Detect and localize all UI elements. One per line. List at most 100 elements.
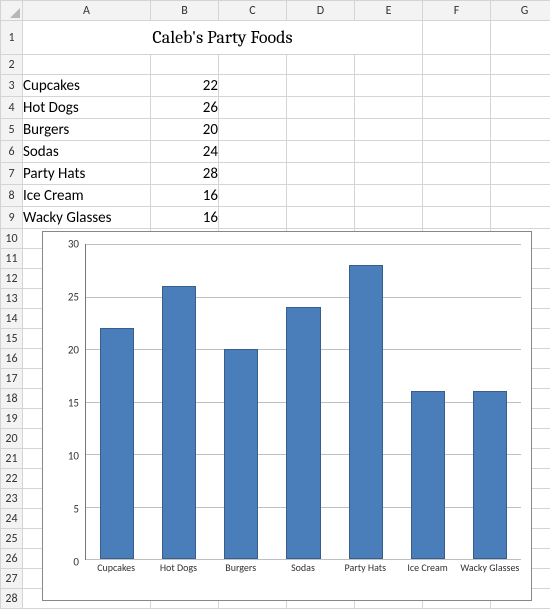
cell-D7[interactable] — [287, 163, 355, 185]
col-header-A[interactable]: A — [23, 1, 151, 21]
chart-bar[interactable] — [349, 265, 383, 559]
row-header-25[interactable]: 25 — [1, 529, 23, 549]
cell-G7[interactable] — [491, 163, 550, 185]
col-header-E[interactable]: E — [355, 1, 423, 21]
row-header-8[interactable]: 8 — [1, 185, 23, 207]
cell-C9[interactable] — [219, 207, 287, 229]
cell-C5[interactable] — [219, 119, 287, 141]
cell-E4[interactable] — [355, 97, 423, 119]
row-header-9[interactable]: 9 — [1, 207, 23, 229]
cell-E2[interactable] — [355, 55, 423, 75]
cell-D8[interactable] — [287, 185, 355, 207]
cell-G1[interactable] — [491, 21, 550, 55]
cell-G9[interactable] — [491, 207, 550, 229]
row-header-21[interactable]: 21 — [1, 449, 23, 469]
chart-bar[interactable] — [162, 286, 196, 559]
cell-E8[interactable] — [355, 185, 423, 207]
row-header-7[interactable]: 7 — [1, 163, 23, 185]
row-header-6[interactable]: 6 — [1, 141, 23, 163]
row-header-10[interactable]: 10 — [1, 229, 23, 249]
cell-G2[interactable] — [491, 55, 550, 75]
cell-A8[interactable]: Ice Cream — [23, 185, 151, 207]
cell-F9[interactable] — [423, 207, 491, 229]
row-header-27[interactable]: 27 — [1, 569, 23, 589]
cell-B3[interactable]: 22 — [151, 75, 219, 97]
cell-A4[interactable]: Hot Dogs — [23, 97, 151, 119]
title-cell[interactable]: Caleb's Party Foods — [23, 21, 423, 55]
cell-D5[interactable] — [287, 119, 355, 141]
cell-C3[interactable] — [219, 75, 287, 97]
cell-C7[interactable] — [219, 163, 287, 185]
row-header-5[interactable]: 5 — [1, 119, 23, 141]
row-header-23[interactable]: 23 — [1, 489, 23, 509]
chart-bar[interactable] — [224, 349, 258, 559]
cell-D3[interactable] — [287, 75, 355, 97]
row-header-16[interactable]: 16 — [1, 349, 23, 369]
cell-D4[interactable] — [287, 97, 355, 119]
col-header-D[interactable]: D — [287, 1, 355, 21]
cell-E9[interactable] — [355, 207, 423, 229]
cell-G5[interactable] — [491, 119, 550, 141]
cell-B7[interactable]: 28 — [151, 163, 219, 185]
cell-F5[interactable] — [423, 119, 491, 141]
row-header-13[interactable]: 13 — [1, 289, 23, 309]
chart-bar[interactable] — [100, 328, 134, 559]
cell-B5[interactable]: 20 — [151, 119, 219, 141]
cell-A9[interactable]: Wacky Glasses — [23, 207, 151, 229]
row-header-14[interactable]: 14 — [1, 309, 23, 329]
cell-A2[interactable] — [23, 55, 151, 75]
cell-D6[interactable] — [287, 141, 355, 163]
cell-F7[interactable] — [423, 163, 491, 185]
cell-G4[interactable] — [491, 97, 550, 119]
row-header-2[interactable]: 2 — [1, 55, 23, 75]
cell-F2[interactable] — [423, 55, 491, 75]
cell-A3[interactable]: Cupcakes — [23, 75, 151, 97]
cell-F4[interactable] — [423, 97, 491, 119]
row-header-19[interactable]: 19 — [1, 409, 23, 429]
cell-G8[interactable] — [491, 185, 550, 207]
row-header-20[interactable]: 20 — [1, 429, 23, 449]
cell-B9[interactable]: 16 — [151, 207, 219, 229]
cell-A7[interactable]: Party Hats — [23, 163, 151, 185]
row-header-17[interactable]: 17 — [1, 369, 23, 389]
cell-B2[interactable] — [151, 55, 219, 75]
cell-C6[interactable] — [219, 141, 287, 163]
col-header-F[interactable]: F — [423, 1, 491, 21]
row-header-11[interactable]: 11 — [1, 249, 23, 269]
cell-F1[interactable] — [423, 21, 491, 55]
cell-E6[interactable] — [355, 141, 423, 163]
cell-G3[interactable] — [491, 75, 550, 97]
chart-bar[interactable] — [411, 391, 445, 559]
cell-C2[interactable] — [219, 55, 287, 75]
cell-G6[interactable] — [491, 141, 550, 163]
row-header-18[interactable]: 18 — [1, 389, 23, 409]
cell-F6[interactable] — [423, 141, 491, 163]
row-header-24[interactable]: 24 — [1, 509, 23, 529]
row-header-22[interactable]: 22 — [1, 469, 23, 489]
col-header-G[interactable]: G — [491, 1, 550, 21]
cell-C8[interactable] — [219, 185, 287, 207]
cell-F8[interactable] — [423, 185, 491, 207]
row-header-26[interactable]: 26 — [1, 549, 23, 569]
cell-A6[interactable]: Sodas — [23, 141, 151, 163]
row-header-15[interactable]: 15 — [1, 329, 23, 349]
row-header-4[interactable]: 4 — [1, 97, 23, 119]
cell-F3[interactable] — [423, 75, 491, 97]
cell-B4[interactable]: 26 — [151, 97, 219, 119]
cell-D9[interactable] — [287, 207, 355, 229]
embedded-chart[interactable]: CupcakesHot DogsBurgersSodasParty HatsIc… — [42, 231, 532, 601]
cell-E7[interactable] — [355, 163, 423, 185]
chart-bar[interactable] — [473, 391, 507, 559]
cell-E3[interactable] — [355, 75, 423, 97]
cell-E5[interactable] — [355, 119, 423, 141]
cell-B8[interactable]: 16 — [151, 185, 219, 207]
row-header-1[interactable]: 1 — [1, 21, 23, 55]
col-header-B[interactable]: B — [151, 1, 219, 21]
select-all-corner[interactable] — [1, 1, 23, 21]
cell-C4[interactable] — [219, 97, 287, 119]
cell-B6[interactable]: 24 — [151, 141, 219, 163]
chart-bar[interactable] — [286, 307, 320, 559]
col-header-C[interactable]: C — [219, 1, 287, 21]
row-header-3[interactable]: 3 — [1, 75, 23, 97]
row-header-12[interactable]: 12 — [1, 269, 23, 289]
